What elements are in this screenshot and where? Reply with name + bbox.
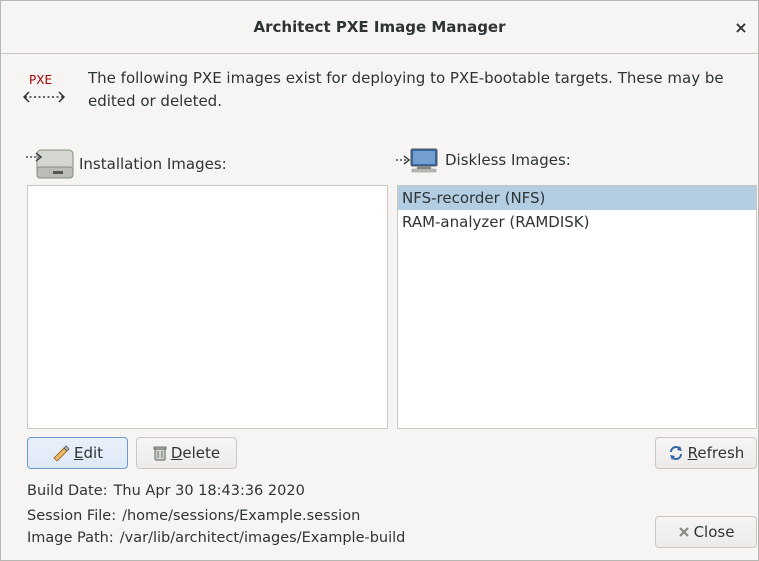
pxe-network-icon: PXE <box>23 70 65 110</box>
pxe-image-manager-dialog: Architect PXE Image Manager × PXE The fo… <box>0 0 759 561</box>
installation-disk-icon <box>26 149 74 179</box>
list-item[interactable]: NFS-recorder (NFS) <box>398 186 756 210</box>
installation-images-list[interactable] <box>27 185 388 429</box>
refresh-button[interactable]: Refresh <box>655 437 757 469</box>
intro-text: The following PXE images exist for deplo… <box>88 69 724 110</box>
diskless-images-list[interactable]: NFS-recorder (NFS) RAM-analyzer (RAMDISK… <box>397 185 757 429</box>
build-date-key: Build Date: <box>27 483 108 499</box>
window-title: Architect PXE Image Manager <box>253 18 506 36</box>
build-date-value: Thu Apr 30 18:43:36 2020 <box>113 483 305 499</box>
installation-images-header: Installation Images: <box>25 147 227 181</box>
refresh-mnemonic: R <box>687 444 698 462</box>
build-date-row: Build Date: Thu Apr 30 18:43:36 2020 <box>27 483 305 499</box>
diskless-images-header: Diskless Images: <box>395 147 571 173</box>
image-path-row: Image Path: /var/lib/architect/images/Exa… <box>27 530 405 546</box>
session-file-value: /home/sessions/Example.session <box>122 508 361 524</box>
delete-button[interactable]: Delete <box>136 437 237 469</box>
session-file-row: Session File: /home/sessions/Example.sess… <box>27 508 360 524</box>
close-label: Close <box>693 523 735 541</box>
refresh-label: efresh <box>697 444 745 462</box>
pxe-icon-label: PXE <box>29 73 53 87</box>
diskless-computer-icon <box>396 148 438 173</box>
edit-label: dit <box>83 444 104 462</box>
image-path-key: Image Path: <box>27 530 114 546</box>
diskless-images-label: Diskless Images: <box>445 151 571 169</box>
delete-label: elete <box>182 444 221 462</box>
image-path-value: /var/lib/architect/images/Example-build <box>119 530 406 546</box>
close-icon <box>678 526 690 538</box>
refresh-icon <box>668 445 684 461</box>
delete-mnemonic: D <box>170 444 183 462</box>
trash-icon <box>153 445 167 461</box>
list-item[interactable]: RAM-analyzer (RAMDISK) <box>398 210 756 234</box>
installation-images-label: Installation Images: <box>79 155 227 173</box>
double-arrow-icon <box>23 91 65 103</box>
edit-icon <box>52 445 70 461</box>
edit-button[interactable]: Edit <box>27 437 128 469</box>
window-close-icon[interactable]: × <box>732 18 750 37</box>
session-file-key: Session File: <box>27 508 117 524</box>
title-bar[interactable]: Architect PXE Image Manager × <box>1 1 758 54</box>
close-button[interactable]: Close <box>655 516 757 548</box>
